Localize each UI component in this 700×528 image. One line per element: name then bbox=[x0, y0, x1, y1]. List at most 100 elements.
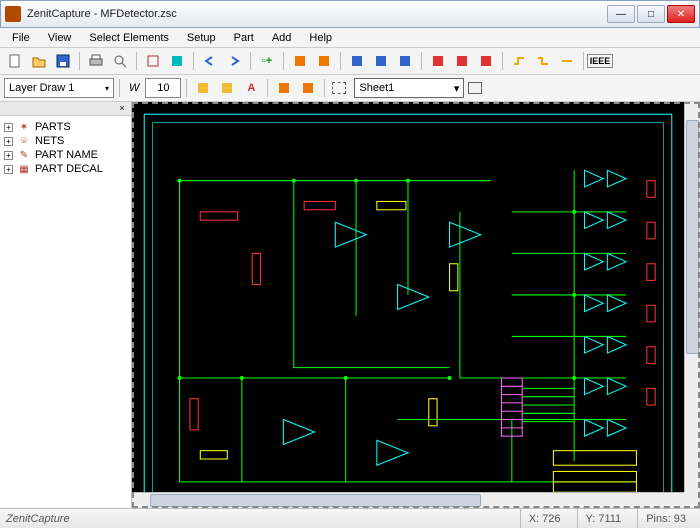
layer-combo[interactable]: Layer Draw 1 ▾ bbox=[4, 78, 114, 98]
net-tool-icon[interactable] bbox=[508, 50, 530, 72]
menu-view[interactable]: View bbox=[40, 30, 80, 46]
opt-c-icon[interactable] bbox=[273, 77, 295, 99]
ieee-button[interactable]: IEEE bbox=[589, 50, 611, 72]
window-controls: — □ ✕ bbox=[607, 5, 695, 23]
menu-select-elements[interactable]: Select Elements bbox=[81, 30, 176, 46]
separator bbox=[340, 52, 341, 70]
menu-add[interactable]: Add bbox=[264, 30, 300, 46]
tree-item-partname[interactable]: + ✎ PART NAME bbox=[4, 148, 127, 162]
menubar: File View Select Elements Setup Part Add… bbox=[0, 28, 700, 48]
tool-b-icon[interactable] bbox=[313, 50, 335, 72]
window-title: ZenitCapture - MFDetector.zsc bbox=[27, 8, 607, 20]
menu-part[interactable]: Part bbox=[226, 30, 262, 46]
partname-icon: ✎ bbox=[17, 149, 31, 161]
menu-file[interactable]: File bbox=[4, 30, 38, 46]
add-part-icon[interactable]: ▫+ bbox=[256, 50, 278, 72]
tool-c-icon[interactable] bbox=[346, 50, 368, 72]
scrollbar-horizontal[interactable] bbox=[132, 492, 684, 508]
scrollbar-thumb[interactable] bbox=[686, 120, 699, 354]
net-tool3-icon[interactable] bbox=[556, 50, 578, 72]
scrollbar-thumb[interactable] bbox=[150, 494, 481, 507]
redo-icon[interactable] bbox=[223, 50, 245, 72]
print-icon[interactable] bbox=[85, 50, 107, 72]
tree-item-partdecal[interactable]: + ▦ PART DECAL bbox=[4, 162, 127, 176]
tree-label: PART NAME bbox=[35, 149, 98, 161]
sidebar: × + ✶ PARTS + ⌾ NETS + ✎ PART NAME + ▦ P… bbox=[0, 102, 132, 508]
partdecal-icon: ▦ bbox=[17, 163, 31, 175]
minimize-button[interactable]: — bbox=[607, 5, 635, 23]
separator bbox=[193, 52, 194, 70]
chevron-down-icon: ▾ bbox=[454, 82, 460, 95]
tool-g-icon[interactable] bbox=[451, 50, 473, 72]
schematic-drawing bbox=[138, 108, 678, 508]
toolbar-options: Layer Draw 1 ▾ W 10 A Sheet1 ▾ bbox=[0, 75, 700, 102]
expand-icon[interactable]: + bbox=[4, 123, 13, 132]
main-area: × + ✶ PARTS + ⌾ NETS + ✎ PART NAME + ▦ P… bbox=[0, 102, 700, 508]
width-label: W bbox=[125, 82, 143, 94]
separator bbox=[583, 52, 584, 70]
scrollbar-vertical[interactable] bbox=[684, 102, 700, 492]
separator bbox=[283, 52, 284, 70]
tree-item-nets[interactable]: + ⌾ NETS bbox=[4, 134, 127, 148]
new-icon[interactable] bbox=[4, 50, 26, 72]
sheet-action-icon[interactable] bbox=[466, 77, 488, 99]
separator bbox=[267, 79, 268, 97]
net-tool2-icon[interactable] bbox=[532, 50, 554, 72]
zoom-extents-icon[interactable] bbox=[166, 50, 188, 72]
tree-label: PART DECAL bbox=[35, 163, 103, 175]
tree-label: NETS bbox=[35, 135, 64, 147]
tool-a-icon[interactable] bbox=[289, 50, 311, 72]
sheet-frame-icon[interactable] bbox=[330, 77, 352, 99]
status-app-name: ZenitCapture bbox=[6, 513, 70, 525]
undo-icon[interactable] bbox=[199, 50, 221, 72]
opt-d-icon[interactable] bbox=[297, 77, 319, 99]
expand-icon[interactable]: + bbox=[4, 151, 13, 160]
opt-text-icon[interactable]: A bbox=[240, 77, 262, 99]
separator bbox=[421, 52, 422, 70]
app-icon bbox=[5, 6, 21, 22]
opt-b-icon[interactable] bbox=[216, 77, 238, 99]
width-input[interactable]: 10 bbox=[145, 78, 181, 98]
scrollbar-corner bbox=[684, 492, 700, 508]
tree: + ✶ PARTS + ⌾ NETS + ✎ PART NAME + ▦ PAR… bbox=[0, 116, 131, 180]
save-icon[interactable] bbox=[52, 50, 74, 72]
toolbar-main: ▫+ IEEE bbox=[0, 48, 700, 75]
preview-icon[interactable] bbox=[109, 50, 131, 72]
sidebar-close-icon[interactable]: × bbox=[117, 104, 127, 114]
schematic-canvas[interactable] bbox=[132, 102, 700, 508]
separator bbox=[136, 52, 137, 70]
titlebar: ZenitCapture - MFDetector.zsc — □ ✕ bbox=[0, 0, 700, 28]
parts-icon: ✶ bbox=[17, 121, 31, 133]
separator bbox=[324, 79, 325, 97]
menu-help[interactable]: Help bbox=[301, 30, 340, 46]
sheet-combo-label: Sheet1 bbox=[359, 82, 394, 94]
sidebar-header: × bbox=[0, 102, 131, 116]
tool-f-icon[interactable] bbox=[427, 50, 449, 72]
separator bbox=[79, 52, 80, 70]
close-button[interactable]: ✕ bbox=[667, 5, 695, 23]
tree-item-parts[interactable]: + ✶ PARTS bbox=[4, 120, 127, 134]
config-icon[interactable] bbox=[142, 50, 164, 72]
tool-e-icon[interactable] bbox=[394, 50, 416, 72]
expand-icon[interactable]: + bbox=[4, 137, 13, 146]
tree-label: PARTS bbox=[35, 121, 71, 133]
layer-combo-label: Layer Draw 1 bbox=[9, 82, 74, 94]
status-pins: Pins: 93 bbox=[637, 509, 694, 528]
chevron-down-icon: ▾ bbox=[105, 84, 109, 93]
separator bbox=[186, 79, 187, 97]
menu-setup[interactable]: Setup bbox=[179, 30, 224, 46]
nets-icon: ⌾ bbox=[17, 135, 31, 147]
sheet-combo[interactable]: Sheet1 ▾ bbox=[354, 78, 464, 98]
tool-d-icon[interactable] bbox=[370, 50, 392, 72]
tool-h-icon[interactable] bbox=[475, 50, 497, 72]
separator bbox=[119, 79, 120, 97]
maximize-button[interactable]: □ bbox=[637, 5, 665, 23]
separator bbox=[502, 52, 503, 70]
status-x: X: 726 bbox=[520, 509, 569, 528]
opt-a-icon[interactable] bbox=[192, 77, 214, 99]
expand-icon[interactable]: + bbox=[4, 165, 13, 174]
statusbar: ZenitCapture X: 726 Y: 7111 Pins: 93 bbox=[0, 508, 700, 528]
open-icon[interactable] bbox=[28, 50, 50, 72]
separator bbox=[250, 52, 251, 70]
status-y: Y: 7111 bbox=[577, 509, 630, 528]
